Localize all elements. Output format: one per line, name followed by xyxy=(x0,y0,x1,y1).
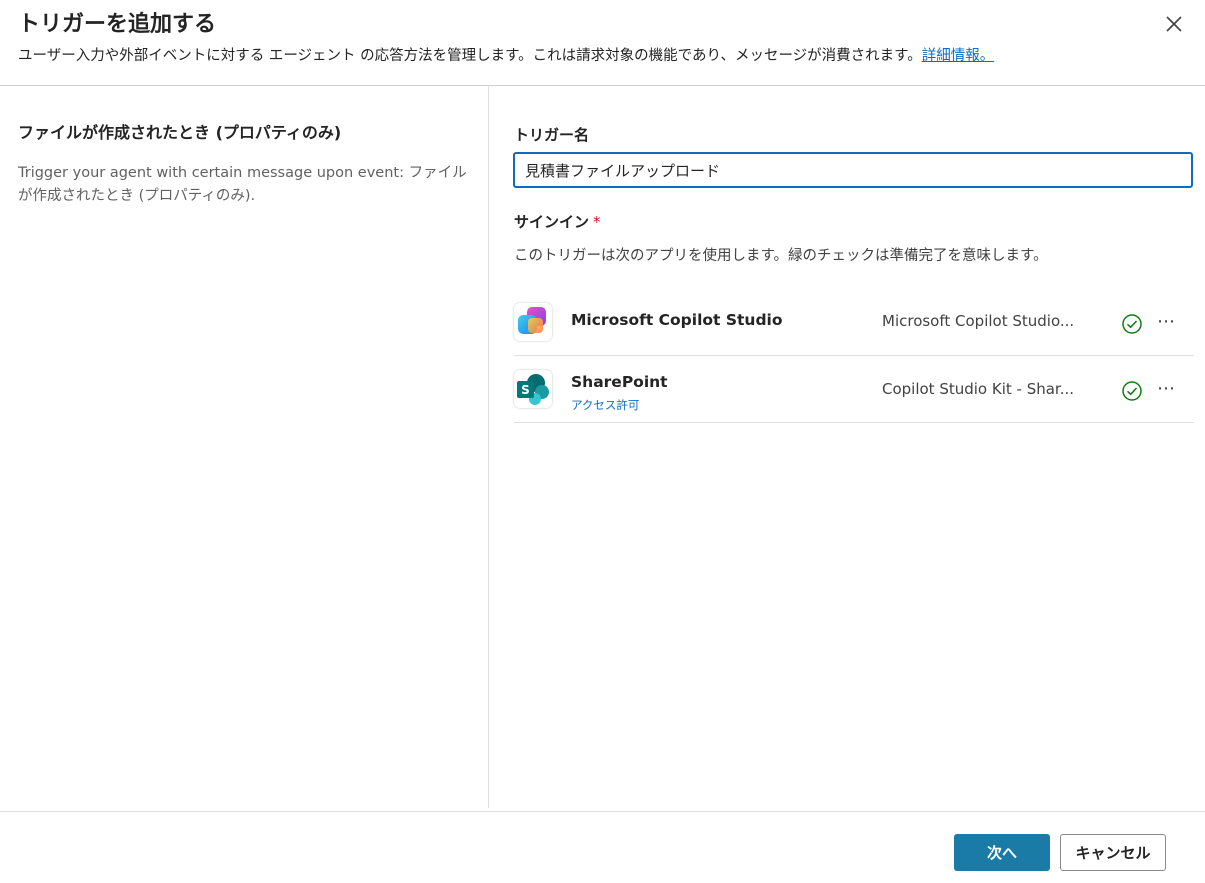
trigger-info-pane: ファイルが作成されたとき (プロパティのみ) Trigger your agen… xyxy=(0,86,489,808)
dialog-footer: 次へ キャンセル xyxy=(0,811,1205,883)
permissions-link[interactable]: アクセス許可 xyxy=(571,397,639,413)
connection-row-copilot-studio: Microsoft Copilot Studio Microsoft Copil… xyxy=(514,289,1194,356)
signin-label: サインイン * xyxy=(514,211,601,232)
trigger-form-pane: トリガー名 サインイン* このトリガーは次のアプリを使用します。緑のチェックは準… xyxy=(490,86,1205,808)
signin-description: このトリガーは次のアプリを使用します。緑のチェックは準備完了を意味します。 xyxy=(514,248,1048,264)
more-options-button[interactable]: ⋯ xyxy=(1154,312,1178,332)
connection-row-sharepoint: S SharePoint アクセス許可 Copilot Studio Kit -… xyxy=(514,356,1194,423)
app-name: SharePoint xyxy=(571,373,668,391)
cancel-button[interactable]: キャンセル xyxy=(1060,834,1166,871)
copilot-studio-icon xyxy=(514,303,552,341)
close-button[interactable] xyxy=(1160,10,1188,38)
learn-more-link[interactable]: 詳細情報。 xyxy=(922,48,995,64)
sharepoint-icon: S xyxy=(514,370,552,408)
connection-name: Copilot Studio Kit - Shar... xyxy=(882,380,1075,398)
more-options-button[interactable]: ⋯ xyxy=(1154,379,1178,399)
check-circle-icon xyxy=(1122,381,1142,401)
check-circle-icon xyxy=(1122,314,1142,334)
signin-label-text: サインイン xyxy=(514,213,590,231)
svg-text:S: S xyxy=(521,383,530,397)
dialog-header: トリガーを追加する ユーザー入力や外部イベントに対する エージェント の応答方法… xyxy=(0,0,1205,86)
app-name: Microsoft Copilot Studio xyxy=(571,311,783,329)
subtitle-text: ユーザー入力や外部イベントに対する エージェント の応答方法を管理します。これは… xyxy=(18,48,922,64)
close-icon xyxy=(1166,16,1182,32)
next-button[interactable]: 次へ xyxy=(954,834,1050,871)
trigger-name-label: トリガー名 xyxy=(514,126,590,144)
trigger-description: Trigger your agent with certain message … xyxy=(18,165,467,204)
required-mark: * xyxy=(593,213,601,231)
dialog-title: トリガーを追加する xyxy=(18,12,217,37)
trigger-title: ファイルが作成されたとき (プロパティのみ) xyxy=(18,123,342,142)
dialog-subtitle: ユーザー入力や外部イベントに対する エージェント の応答方法を管理します。これは… xyxy=(18,44,994,65)
connection-name: Microsoft Copilot Studio... xyxy=(882,312,1075,330)
trigger-name-input[interactable] xyxy=(513,152,1193,188)
